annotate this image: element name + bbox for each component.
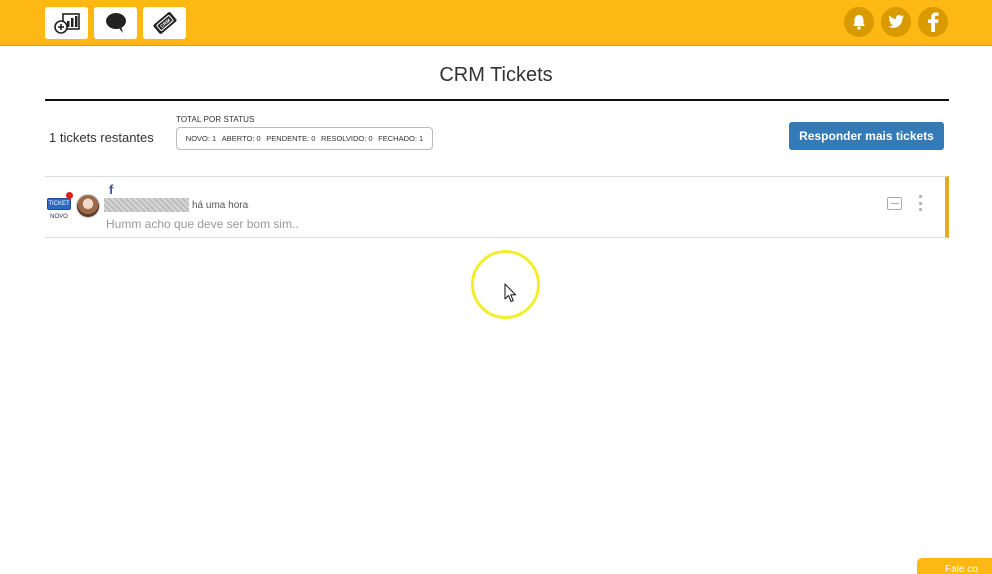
top-bar: CRM bbox=[0, 0, 992, 46]
ticket-badge: TICKET bbox=[47, 198, 71, 210]
transfer-icon[interactable] bbox=[887, 197, 902, 210]
status-totals: NOVO: 1 ABERTO: 0 PENDENTE: 0 RESOLVIDO:… bbox=[176, 127, 433, 150]
status-aberto: ABERTO: 0 bbox=[221, 134, 261, 143]
notifications-button[interactable] bbox=[844, 7, 874, 37]
twitter-button[interactable] bbox=[881, 7, 911, 37]
chat-button[interactable] bbox=[94, 7, 137, 39]
status-totals-title: TOTAL POR STATUS bbox=[176, 115, 255, 124]
status-fechado: FECHADO: 1 bbox=[378, 134, 424, 143]
title-divider bbox=[45, 99, 949, 101]
facebook-icon bbox=[928, 12, 939, 32]
ticket-row[interactable]: TICKET NOVO f há uma hora Humm acho que … bbox=[45, 176, 949, 238]
unread-dot bbox=[66, 192, 73, 199]
crm-ticket-icon: CRM bbox=[153, 12, 176, 34]
facebook-channel-icon: f bbox=[109, 182, 114, 197]
redacted-customer-name bbox=[104, 198, 189, 212]
more-options-icon[interactable] bbox=[917, 195, 923, 211]
twitter-icon bbox=[888, 15, 904, 28]
ticket-message-preview: Humm acho que deve ser bom sim.. bbox=[106, 217, 299, 231]
tickets-remaining: 1 tickets restantes bbox=[49, 130, 154, 145]
status-pendente: PENDENTE: 0 bbox=[266, 134, 316, 143]
mouse-pointer-icon bbox=[504, 283, 517, 303]
page-title: CRM Tickets bbox=[439, 64, 553, 86]
bell-icon bbox=[853, 15, 865, 30]
ticket-status: NOVO bbox=[50, 214, 68, 220]
avatar bbox=[76, 194, 100, 218]
chat-tab[interactable]: Fale co bbox=[917, 558, 992, 574]
ticket-time: há uma hora bbox=[192, 200, 249, 211]
dashboard-button[interactable] bbox=[45, 7, 88, 39]
dashboard-add-icon bbox=[53, 13, 80, 34]
status-novo: NOVO: 1 bbox=[185, 134, 217, 143]
chat-bubble-icon bbox=[105, 13, 126, 33]
status-resolvido: RESOLVIDO: 0 bbox=[321, 134, 373, 143]
crm-button[interactable]: CRM bbox=[143, 7, 186, 39]
reply-more-tickets-button[interactable]: Responder mais tickets bbox=[789, 122, 944, 150]
facebook-button[interactable] bbox=[918, 7, 948, 37]
